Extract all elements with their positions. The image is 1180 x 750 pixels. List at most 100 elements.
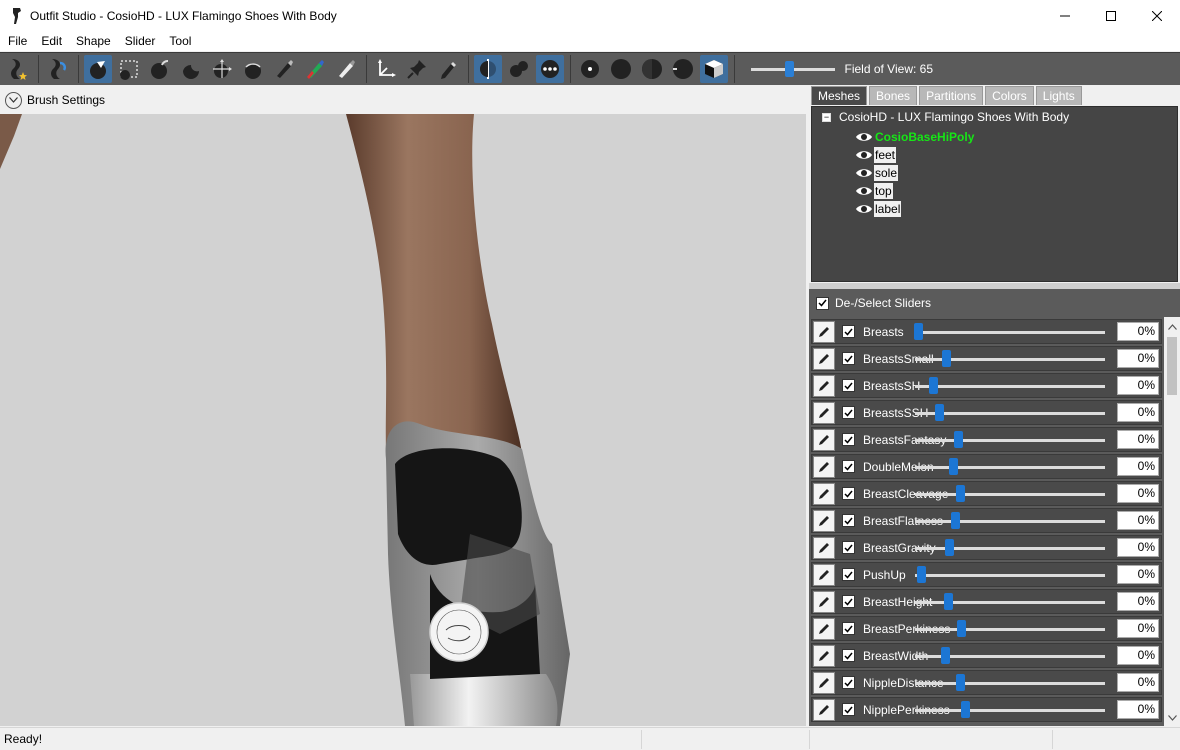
slider-value-input[interactable]: 0% [1117,511,1159,530]
slider-thumb[interactable] [957,620,966,637]
slider-track[interactable] [915,466,1105,469]
mesh-item-top[interactable]: top [855,182,893,199]
pivot-button[interactable] [403,55,431,83]
slider-row[interactable]: BreastGravity 0% [811,535,1162,560]
scroll-up-arrow[interactable] [1164,319,1180,335]
close-button[interactable] [1134,0,1180,31]
slider-row[interactable]: BreastsSSH 0% [811,400,1162,425]
slider-value-input[interactable]: 0% [1117,700,1159,719]
slider-checkbox[interactable] [842,568,855,581]
masks-button[interactable] [669,55,697,83]
slider-value-input[interactable]: 0% [1117,565,1159,584]
slider-row[interactable]: PushUp 0% [811,562,1162,587]
tab-colors[interactable]: Colors [985,86,1034,105]
slider-value-input[interactable]: 0% [1117,349,1159,368]
slider-row[interactable]: BreastsFantasy 0% [811,427,1162,452]
inflate-brush-button[interactable] [146,55,174,83]
slider-thumb[interactable] [941,647,950,664]
deflate-brush-button[interactable] [177,55,205,83]
minimize-button[interactable] [1042,0,1088,31]
slider-checkbox[interactable] [842,379,855,392]
slider-thumb[interactable] [935,404,944,421]
slider-thumb[interactable] [917,566,926,583]
eye-icon[interactable] [855,185,873,197]
tab-lights[interactable]: Lights [1035,86,1082,105]
eye-icon[interactable] [855,203,873,215]
edit-slider-pencil-button[interactable] [813,509,835,532]
slider-row[interactable]: BreastHeight 0% [811,589,1162,614]
slider-row[interactable]: NipplePerkiness 0% [811,697,1162,722]
slider-checkbox[interactable] [842,649,855,662]
slider-checkbox[interactable] [842,541,855,554]
slider-value-input[interactable]: 0% [1117,457,1159,476]
slider-checkbox[interactable] [842,514,855,527]
slider-track[interactable] [915,628,1105,631]
slider-thumb[interactable] [944,593,953,610]
mesh-item-label-mesh[interactable]: label [855,200,902,217]
tab-bones[interactable]: Bones [869,86,918,105]
mesh-item-sole[interactable]: sole [855,164,899,181]
move-brush-button[interactable] [208,55,236,83]
slider-row[interactable]: Breasts 0% [811,319,1162,344]
weight-brush-button[interactable] [270,55,298,83]
mask-brush-button[interactable] [115,55,143,83]
slider-checkbox[interactable] [842,703,855,716]
slider-track[interactable] [915,385,1105,388]
slider-value-input[interactable]: 0% [1117,322,1159,341]
slider-track[interactable] [915,493,1105,496]
wireframe-button[interactable] [607,55,635,83]
slider-value-input[interactable]: 0% [1117,376,1159,395]
edit-slider-button[interactable] [44,55,72,83]
slider-row[interactable]: NippleDistance 0% [811,670,1162,695]
edit-slider-pencil-button[interactable] [813,563,835,586]
slider-thumb[interactable] [945,539,954,556]
edit-slider-pencil-button[interactable] [813,671,835,694]
slider-thumb[interactable] [929,377,938,394]
slider-row[interactable]: BreastCleavage 0% [811,481,1162,506]
smooth-brush-button[interactable] [239,55,267,83]
x-mirror-button[interactable] [474,55,502,83]
vertex-select-button[interactable] [434,55,462,83]
slider-value-input[interactable]: 0% [1117,484,1159,503]
slider-thumb[interactable] [961,701,970,718]
slider-track[interactable] [915,709,1105,712]
mesh-tree-root[interactable]: − CosioHD - LUX Flamingo Shoes With Body [822,110,1069,124]
slider-thumb[interactable] [951,512,960,529]
slider-checkbox[interactable] [842,460,855,473]
slider-checkbox[interactable] [842,325,855,338]
slider-value-input[interactable]: 0% [1117,430,1159,449]
slider-row[interactable]: BreastFlatness 0% [811,508,1162,533]
fov-slider[interactable] [750,59,835,79]
edit-slider-pencil-button[interactable] [813,374,835,397]
eye-icon[interactable] [855,167,873,179]
tab-meshes[interactable]: Meshes [811,86,868,105]
eye-icon[interactable] [855,131,873,143]
slider-track[interactable] [915,682,1105,685]
slider-track[interactable] [915,547,1105,550]
collapse-toggle-icon[interactable]: − [822,112,831,122]
slider-checkbox[interactable] [842,622,855,635]
slider-checkbox[interactable] [842,676,855,689]
slider-thumb[interactable] [914,323,923,340]
global-brush-button[interactable] [536,55,564,83]
menu-shape[interactable]: Shape [69,31,118,51]
slider-row[interactable]: BreastsSH 0% [811,373,1162,398]
mesh-item-cosiobasehipoly[interactable]: CosioBaseHiPoly [855,128,975,145]
edit-slider-pencil-button[interactable] [813,455,835,478]
slider-row[interactable]: DoubleMelon 0% [811,454,1162,479]
slider-checkbox[interactable] [842,433,855,446]
slider-checkbox[interactable] [842,352,855,365]
edit-slider-pencil-button[interactable] [813,428,835,451]
edit-slider-pencil-button[interactable] [813,401,835,424]
slider-value-input[interactable]: 0% [1117,619,1159,638]
slider-thumb[interactable] [949,458,958,475]
tab-partitions[interactable]: Partitions [919,86,984,105]
select-all-sliders-checkbox[interactable] [816,296,829,310]
slider-thumb[interactable] [956,485,965,502]
lighting-button[interactable] [638,55,666,83]
slider-value-input[interactable]: 0% [1117,403,1159,422]
slider-value-input[interactable]: 0% [1117,673,1159,692]
edit-slider-pencil-button[interactable] [813,617,835,640]
slider-value-input[interactable]: 0% [1117,538,1159,557]
textures-button[interactable] [700,55,728,83]
